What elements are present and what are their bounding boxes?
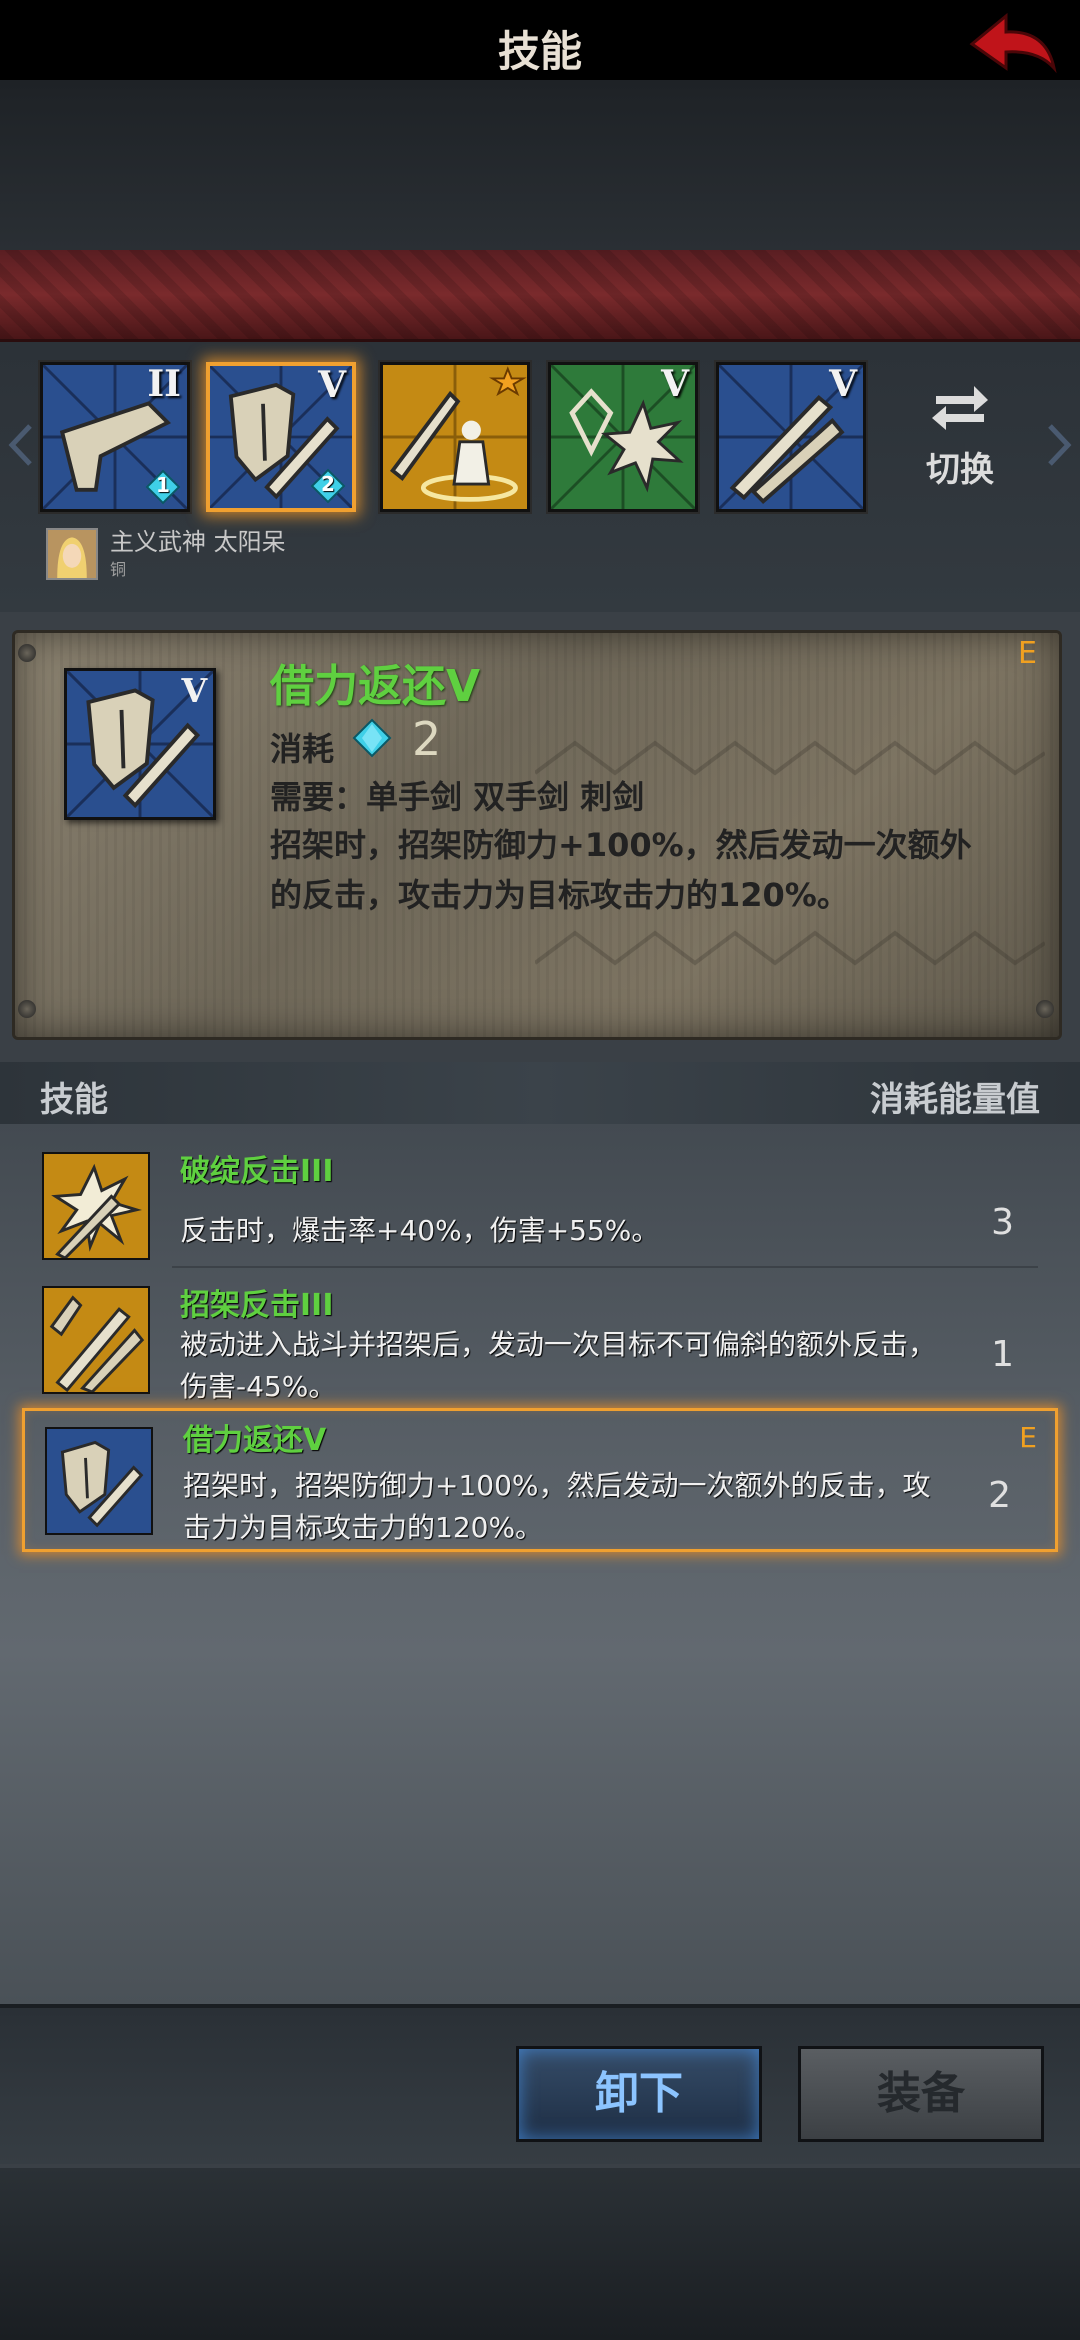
back-button[interactable] [954, 6, 1064, 86]
skill-list-cost: 1 [991, 1334, 1014, 1375]
slot-rank: II [147, 363, 181, 405]
detail-description: 招架时，招架防御力+100%，然后发动一次额外的反击，攻击力为目标攻击力的120… [270, 826, 972, 914]
owner-rank: 铜 [110, 560, 127, 579]
detail-requirement: 需要：单手剑 双手剑 刺剑 [270, 778, 645, 816]
skill-list-icon [42, 1152, 150, 1260]
page-title: 技能 [497, 27, 582, 76]
avatar [46, 528, 98, 580]
skill-slot-3[interactable] [380, 362, 530, 512]
skill-list-name: 借力返还V [183, 1423, 327, 1458]
parry-swords-icon [44, 1288, 148, 1392]
skill-slot-5[interactable]: V [716, 362, 866, 512]
list-header-cost: 消耗能量值 [870, 1080, 1040, 1120]
svg-text:V: V [180, 671, 208, 710]
skill-list-desc: 招架时，招架防御力+100%，然后发动一次额外的反击，攻击力为目标攻击力的120… [183, 1469, 931, 1544]
skill-list-name: 招架反击III [180, 1288, 334, 1323]
switch-button[interactable]: 切换 [910, 380, 1010, 500]
detail-skill-grade: E [1018, 636, 1037, 671]
skill-list-item-selected[interactable]: 借力返还V E 招架时，招架防御力+100%，然后发动一次额外的反击，攻击力为目… [22, 1408, 1058, 1552]
detail-cost-value: 2 [412, 712, 442, 766]
scroll-right-icon[interactable] [1044, 420, 1074, 470]
nail-decoration [18, 644, 36, 662]
skill-list-icon [45, 1427, 153, 1535]
detail-skill-name: 借力返还V [270, 661, 481, 712]
slot-rank: V [829, 363, 857, 405]
skill-slot-4[interactable]: V [548, 362, 698, 512]
bottom-backdrop [0, 2168, 1080, 2340]
detail-cost-label: 消耗 [270, 730, 335, 768]
energy-gem-badge: 1 [145, 469, 181, 505]
energy-gem-badge: 2 [310, 468, 346, 504]
skill-list-desc: 被动进入战斗并招架后，发动一次目标不可偏斜的额外反击，伤害-45%。 [180, 1328, 937, 1403]
top-backdrop [0, 80, 1080, 250]
switch-label: 切换 [926, 450, 994, 490]
slot-rank: V [318, 364, 346, 406]
nail-decoration [1036, 1000, 1054, 1018]
detail-skill-icon: V [64, 668, 216, 820]
shield-sword-icon [47, 1429, 151, 1533]
hero-portrait-icon [48, 530, 96, 578]
burst-strike-icon [44, 1154, 148, 1258]
skill-list-item[interactable]: 招架反击III 被动进入战斗并招架后，发动一次目标不可偏斜的额外反击，伤害-45… [22, 1262, 1058, 1404]
slot-rank: V [661, 363, 689, 405]
skill-list-icon [42, 1286, 150, 1394]
back-arrow-icon [969, 12, 1057, 74]
equip-button[interactable]: 装备 [798, 2046, 1044, 2142]
swap-arrows-icon [932, 386, 988, 430]
skill-list-cost: 3 [991, 1202, 1014, 1243]
skill-list-cost: 2 [988, 1475, 1011, 1516]
skill-list-desc: 反击时，爆击率+40%，伤害+55%。 [180, 1214, 660, 1247]
title-bar [0, 250, 1080, 342]
list-header-skill: 技能 [40, 1080, 108, 1120]
skill-list-name: 破绽反击III [180, 1154, 334, 1189]
nail-decoration [18, 1000, 36, 1018]
scroll-left-icon[interactable] [6, 420, 36, 470]
gem-icon [352, 718, 392, 758]
owner-name: 主义武神 太阳呆 [110, 528, 286, 556]
shield-sword-icon: V [67, 671, 213, 817]
unequip-button[interactable]: 卸下 [516, 2046, 762, 2142]
skill-list-item[interactable]: 破绽反击III 反击时，爆击率+40%，伤害+55%。 3 [22, 1128, 1058, 1268]
skill-list-grade: E [1019, 1421, 1037, 1454]
warrior-summon-icon [383, 365, 527, 509]
skill-slot-2[interactable]: V 2 [206, 362, 356, 512]
skill-slot-1[interactable]: II 1 [40, 362, 190, 512]
